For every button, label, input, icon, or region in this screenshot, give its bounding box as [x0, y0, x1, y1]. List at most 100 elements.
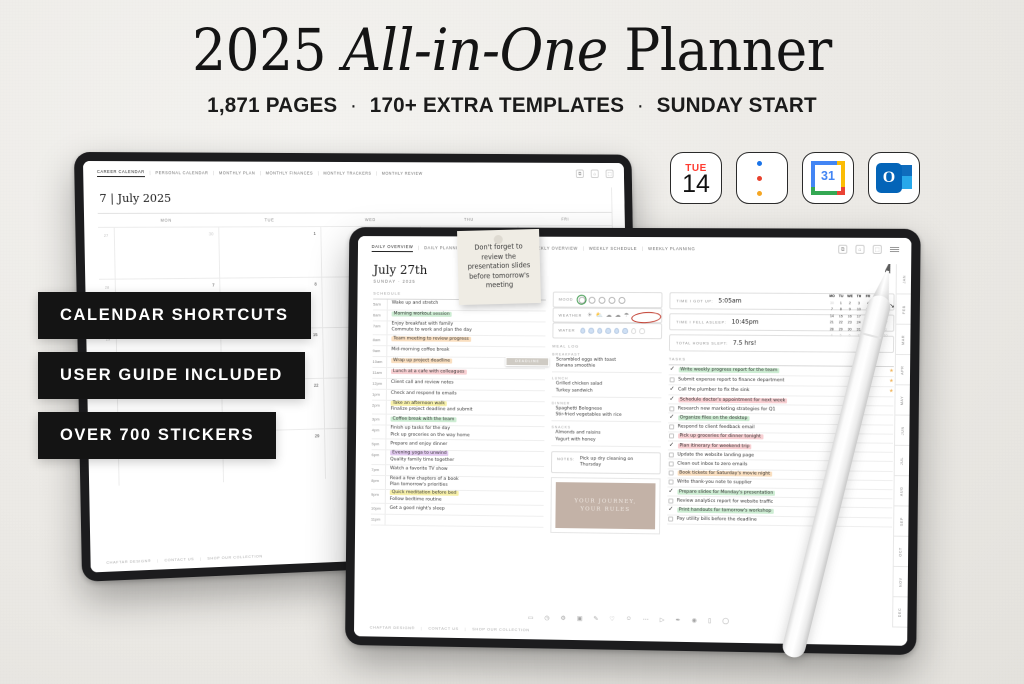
weather-icon-3[interactable]: ☁ — [615, 312, 621, 318]
mini-day-2[interactable]: 2 — [845, 301, 854, 305]
mini-day-4[interactable]: 4 — [827, 333, 836, 337]
month-tab-nov[interactable]: NOV — [892, 566, 908, 598]
sticky-note[interactable]: Don't forget to review the presentation … — [457, 228, 541, 306]
schedule-entry[interactable]: Watch a favorite TV show — [390, 467, 544, 475]
tab-daily-overview[interactable]: DAILY OVERVIEW — [371, 243, 414, 252]
mood-face-2[interactable] — [598, 296, 606, 304]
calendar-day-cell[interactable]: 30 — [113, 227, 220, 279]
month-tab-jul[interactable]: JUL — [893, 445, 910, 477]
footer-link[interactable]: CONTACT US — [164, 556, 194, 562]
clock-icon[interactable]: ◉ — [692, 617, 697, 624]
mini-day-7[interactable]: 7 — [827, 307, 836, 311]
task-checkbox-checked[interactable]: ✓ — [669, 442, 674, 448]
task-checkbox[interactable] — [669, 377, 675, 383]
tag-icon[interactable]: ▷ — [660, 617, 665, 624]
schedule-entry[interactable]: Coffee break with the team — [390, 416, 545, 424]
lock-icon[interactable]: ⬚ — [605, 169, 614, 179]
schedule-entry[interactable]: Wrap up project deadline DEADLINE — [391, 357, 550, 367]
month-tab-feb[interactable]: FEB — [895, 294, 911, 325]
menu-icon[interactable] — [889, 245, 900, 254]
task-checkbox[interactable] — [669, 433, 675, 439]
task-checkbox-checked[interactable]: ✓ — [668, 488, 673, 494]
person-icon[interactable]: ☺ — [626, 616, 632, 623]
notes-box[interactable]: NOTES: Pick up dry cleaning on Thursday — [550, 450, 661, 475]
water-drop-7[interactable] — [639, 327, 645, 335]
pen-icon[interactable]: ✒ — [676, 617, 681, 624]
schedule-entry[interactable]: Get a good night's sleep — [390, 506, 544, 515]
schedule-entry[interactable]: Client call and review notes — [391, 380, 545, 388]
mini-day-30[interactable]: 30 — [827, 301, 836, 305]
mood-face-0[interactable] — [578, 296, 586, 304]
rectangle-select-icon[interactable]: ▭ — [528, 614, 534, 621]
mini-day-15[interactable]: 15 — [836, 314, 845, 318]
tab-monthly-review[interactable]: MONTHLY REVIEW — [382, 171, 423, 176]
mood-face-1[interactable] — [588, 296, 596, 304]
schedule-entry[interactable]: Lunch at a cafe with colleagues — [391, 369, 545, 378]
brush-icon[interactable]: ✎ — [593, 615, 598, 622]
schedule-entry[interactable]: Morning workout session — [391, 311, 546, 320]
schedule-entry[interactable]: Check and respond to emails — [391, 391, 545, 399]
task-star-icon[interactable]: ★ — [889, 378, 894, 384]
schedule-entry[interactable]: Mid-morning coffee break — [391, 348, 545, 356]
tab-monthly-trackers[interactable]: MONTHLY TRACKERS — [323, 171, 371, 176]
settings-icon[interactable]: ⚙ — [561, 615, 566, 622]
mini-day-16[interactable]: 16 — [845, 314, 854, 318]
schedule-entry[interactable]: Prepare and enjoy dinner — [390, 442, 544, 450]
weather-tracker[interactable]: WEATHER ☀ ⛅ ☁ ☁ ☂ — [552, 307, 663, 324]
schedule-entry[interactable] — [390, 520, 544, 522]
mini-day-17[interactable]: 17 — [854, 314, 863, 318]
task-row[interactable]: Pay utility bills before the deadline — [667, 514, 893, 528]
deadline-sticker[interactable]: DEADLINE — [505, 357, 550, 367]
task-checkbox-checked[interactable]: ✓ — [669, 414, 674, 420]
lock-icon[interactable]: ⬚ — [872, 244, 882, 254]
tab-career-calendar[interactable]: CAREER CALENDAR — [96, 168, 145, 177]
copy-icon[interactable]: ⧉ — [838, 244, 848, 254]
weather-icon-4[interactable]: ☂ — [624, 312, 629, 318]
mood-tracker[interactable]: MOOD — [552, 291, 663, 309]
task-checkbox[interactable] — [668, 498, 674, 504]
tab-monthly-plan[interactable]: MONTHLY PLAN — [219, 170, 255, 175]
month-tab-jun[interactable]: JUN — [893, 415, 910, 446]
water-drop-3[interactable] — [605, 327, 612, 334]
task-checkbox[interactable] — [668, 452, 674, 458]
task-checkbox-checked[interactable]: ✓ — [669, 386, 674, 392]
task-star-icon[interactable]: ★ — [889, 389, 894, 395]
footer-link[interactable]: SHOP OUR COLLECTION — [207, 553, 262, 560]
mini-day-14[interactable]: 14 — [827, 314, 836, 318]
water-drop-1[interactable] — [588, 327, 595, 334]
mini-day-1[interactable]: 1 — [836, 301, 845, 305]
mini-day-8[interactable]: 8 — [836, 307, 845, 311]
tab-monthly-finances[interactable]: MONTHLY FINANCES — [266, 170, 313, 175]
circle-icon[interactable]: ◯ — [722, 618, 729, 625]
mini-day-10[interactable]: 10 — [854, 307, 863, 311]
task-checkbox[interactable] — [668, 461, 674, 467]
month-tab-mar[interactable]: MAR — [894, 324, 911, 356]
meal-item[interactable]: Stir-fried vegetables with rice — [552, 412, 662, 420]
mood-face-3[interactable] — [608, 296, 616, 304]
copy-icon[interactable]: ⧉ — [575, 169, 584, 179]
tab-weekly-schedule[interactable]: WEEKLY SCHEDULE — [589, 246, 637, 251]
apple-reminders-icon[interactable] — [736, 152, 788, 204]
month-tab-oct[interactable]: OCT — [892, 536, 909, 568]
apple-calendar-icon[interactable]: TUE 14 — [670, 152, 722, 204]
camera-icon[interactable]: ▣ — [577, 615, 583, 622]
weather-icon-0[interactable]: ☀ — [587, 312, 592, 318]
meal-item[interactable]: Yogurt with honey — [551, 437, 661, 445]
task-checkbox[interactable] — [669, 406, 675, 412]
task-checkbox[interactable] — [668, 479, 674, 485]
water-drop-2[interactable] — [596, 327, 603, 334]
month-tab-may[interactable]: MAY — [894, 385, 910, 416]
footer-link[interactable]: CHAFTAR DESIGN® — [370, 625, 415, 631]
water-drop-6[interactable] — [630, 327, 637, 335]
weather-icon-1[interactable]: ⛅ — [595, 312, 603, 318]
task-checkbox[interactable] — [668, 516, 674, 522]
share-icon[interactable]: ⌂ — [855, 244, 865, 254]
google-calendar-icon[interactable]: 31 — [802, 152, 854, 204]
mini-day-9[interactable]: 9 — [845, 307, 854, 311]
undo-icon[interactable]: ◷ — [544, 615, 549, 622]
footer-link[interactable]: CHAFTAR DESIGN® — [106, 558, 151, 565]
mini-day-5[interactable]: 5 — [836, 333, 845, 337]
schedule-entry[interactable]: Team meeting to review progress — [391, 336, 545, 345]
month-tab-dec[interactable]: DEC — [892, 597, 908, 628]
microsoft-outlook-icon[interactable]: O — [868, 152, 920, 204]
